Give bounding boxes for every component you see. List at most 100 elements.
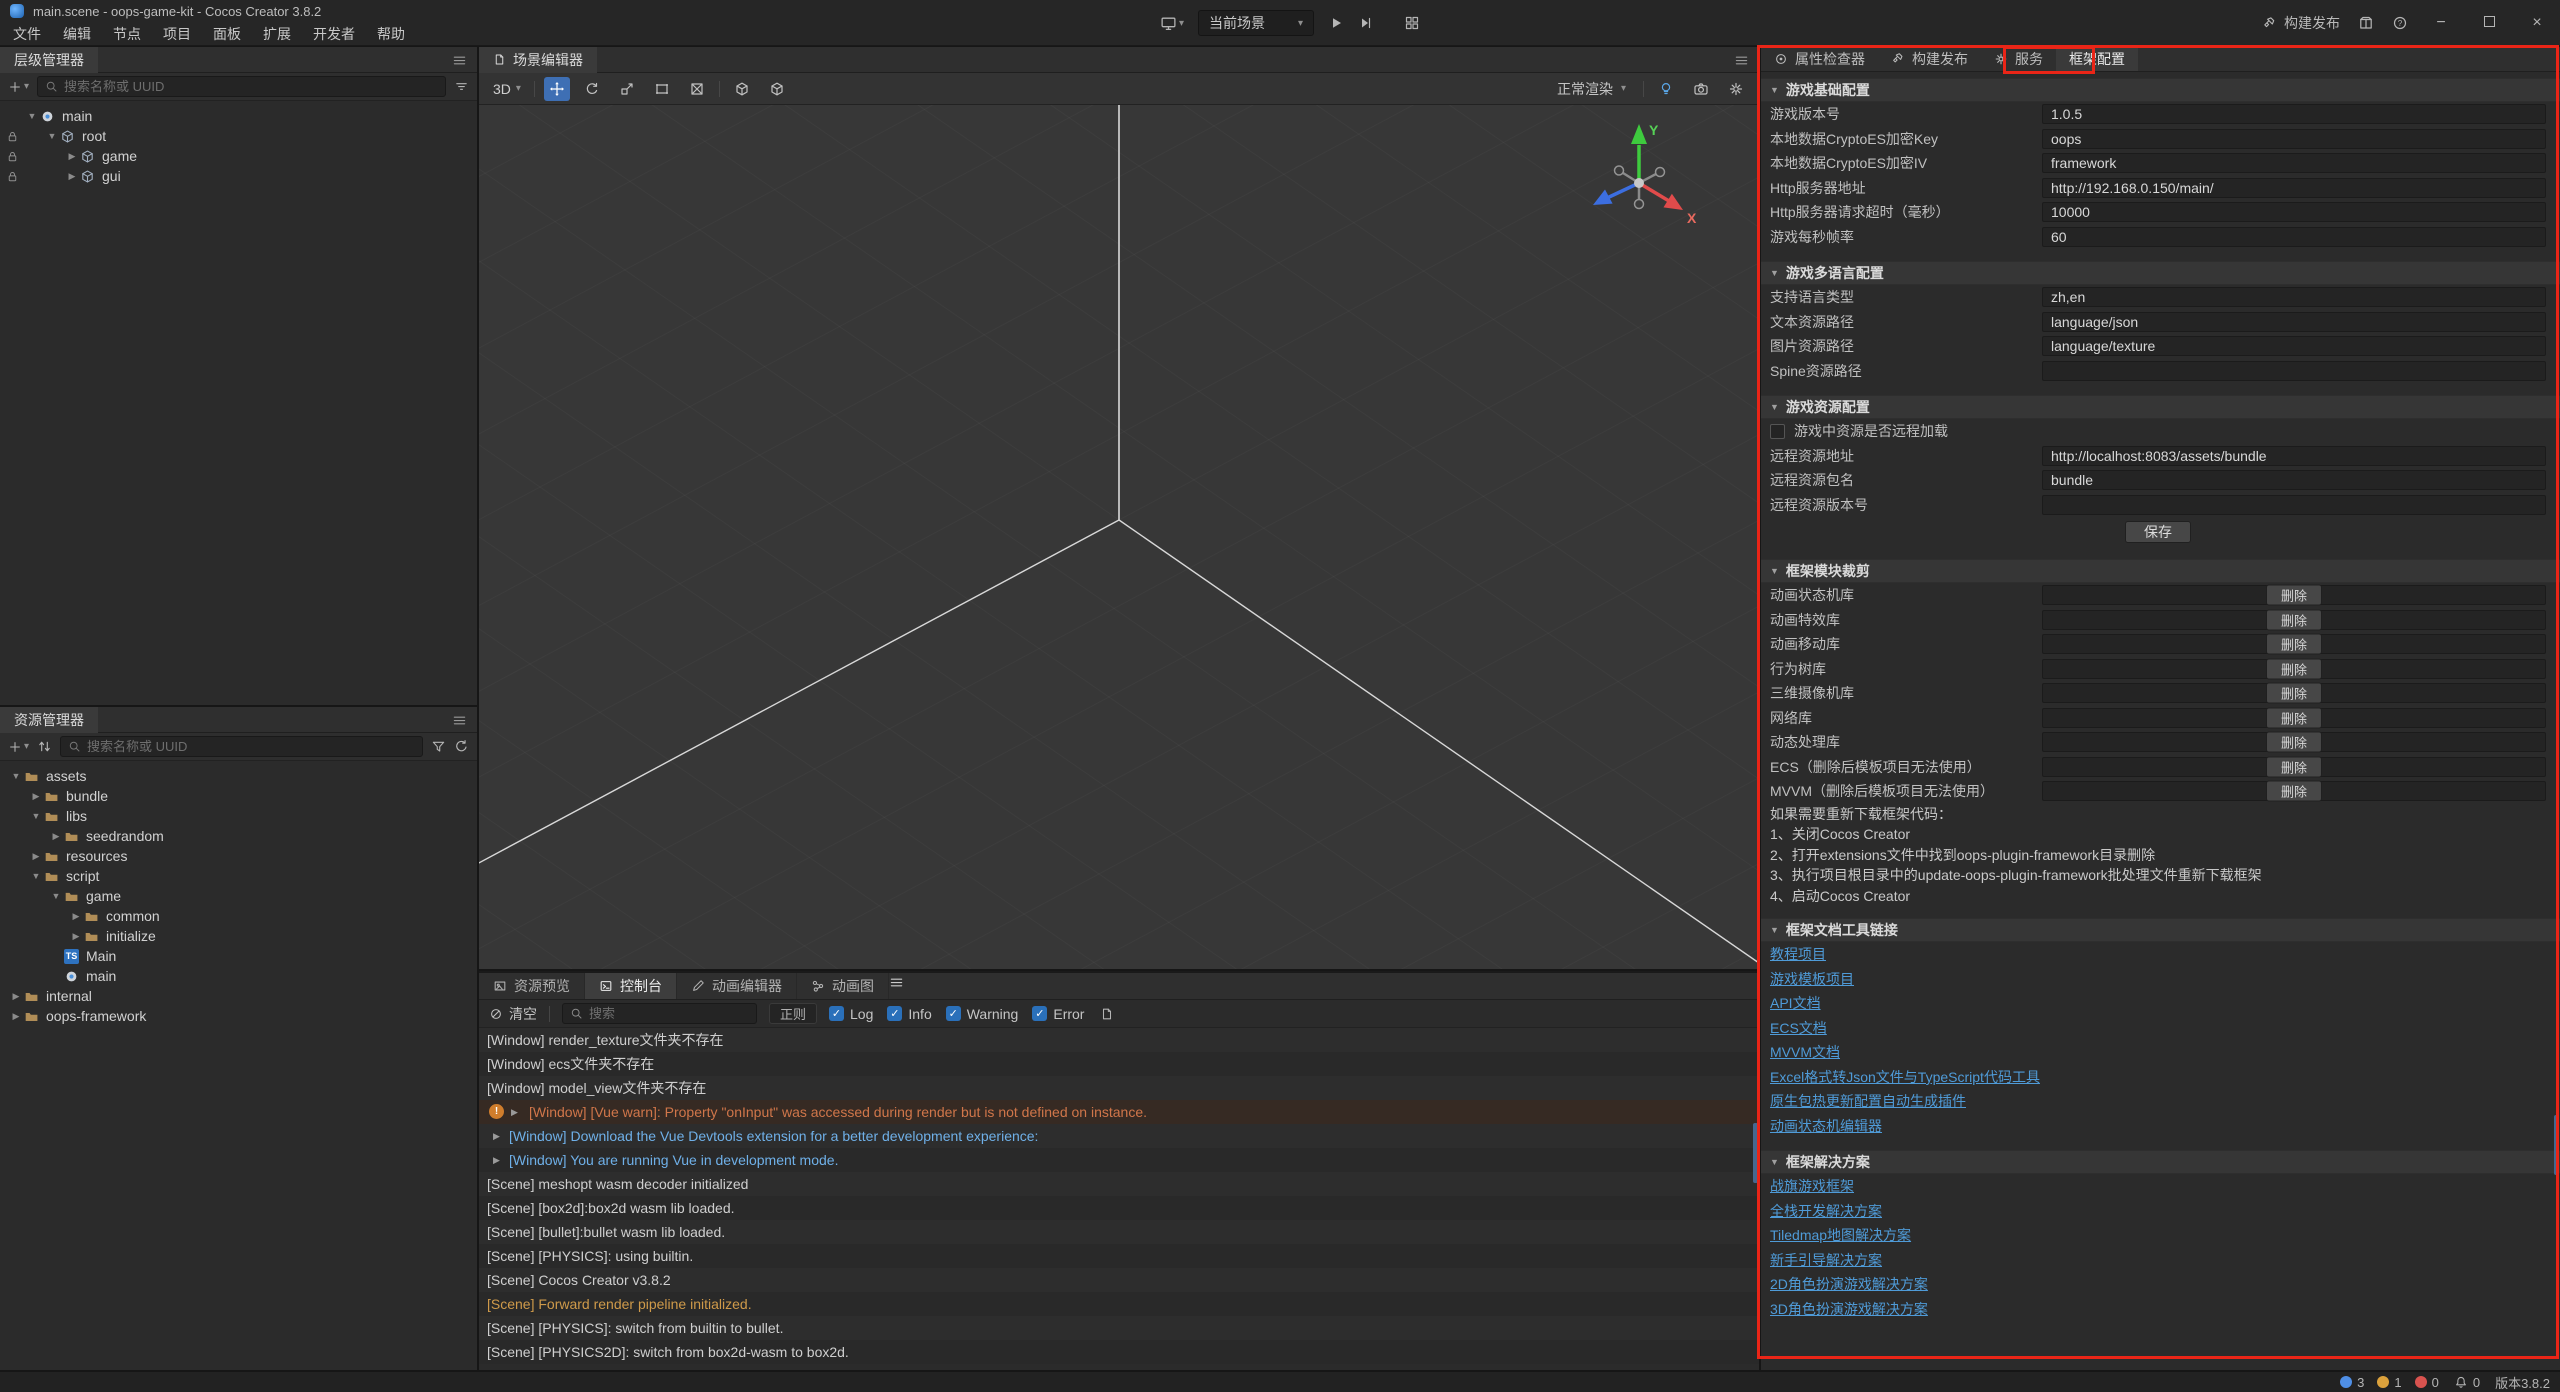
close-button[interactable]: × [2522,14,2552,32]
field-input[interactable]: oops [2042,129,2546,149]
assets-search-input[interactable] [87,739,415,754]
inspector-tab[interactable]: 服务 [1981,47,2056,71]
section-header[interactable]: ▼游戏多语言配置 [1761,261,2560,285]
log-row[interactable]: ▶[Window] Download the Vue Devtools exte… [479,1124,1759,1148]
menu-item[interactable]: 帮助 [366,24,416,44]
doc-link[interactable]: 战旗游戏框架 [1770,1176,1854,1196]
console-search-input[interactable] [589,1006,765,1021]
doc-link[interactable]: 原生包热更新配置自动生成插件 [1770,1091,1966,1111]
export-log-button[interactable] [1100,1007,1114,1021]
extension-icon[interactable] [2358,15,2374,31]
remote-load-checkbox[interactable] [1770,424,1785,439]
inspector-scrollbar[interactable] [2554,1115,2559,1175]
section-header[interactable]: ▼框架模块裁剪 [1761,559,2560,583]
delete-button[interactable]: 删除 [2266,634,2322,655]
doc-link[interactable]: Tiledmap地图解决方案 [1770,1225,1911,1245]
tree-node[interactable]: ▶initialize [0,926,477,946]
delete-button[interactable]: 删除 [2266,658,2322,679]
field-input[interactable]: http://localhost:8083/assets/bundle [2042,446,2546,466]
move-tool[interactable] [544,77,570,101]
filter-error[interactable]: ✓Error [1032,1006,1084,1022]
console-search[interactable] [562,1003,757,1024]
status-count[interactable]: 3 [2340,1375,2364,1390]
doc-link[interactable]: 游戏模板项目 [1770,969,1854,989]
expand-arrow[interactable]: ▶ [68,931,84,942]
expand-arrow[interactable]: ▼ [28,811,44,821]
build-publish-button[interactable]: 构建发布 [2262,13,2340,33]
tree-node[interactable]: ▼root [0,126,477,146]
log-row[interactable]: [Scene] [box2d]:box2d wasm lib loaded. [479,1196,1759,1220]
expand-arrow[interactable]: ▼ [8,771,24,781]
delete-button[interactable]: 删除 [2266,756,2322,777]
tree-node[interactable]: ▶gui [0,166,477,186]
menu-item[interactable]: 面板 [202,24,252,44]
field-input[interactable]: framework [2042,153,2546,173]
doc-link[interactable]: 动画状态机编辑器 [1770,1116,1882,1136]
console-tab[interactable]: 资源预览 [479,973,585,999]
expand-arrow[interactable]: ▼ [44,131,60,141]
expand-arrow[interactable]: ▼ [28,871,44,881]
expand-arrow[interactable]: ▼ [24,111,40,121]
log-row[interactable]: [Scene] [PHYSICS2D]: switch from box2d-w… [479,1340,1759,1364]
help-icon[interactable]: ? [2392,15,2408,31]
rotate-tool[interactable] [579,77,605,101]
filter-warning[interactable]: ✓Warning [946,1006,1019,1022]
tree-node[interactable]: ▶bundle [0,786,477,806]
doc-link[interactable]: ECS文档 [1770,1018,1827,1038]
expand-arrow[interactable]: ▼ [48,891,64,901]
filter-log[interactable]: ✓Log [829,1006,873,1022]
section-header[interactable]: ▼框架解决方案 [1761,1150,2560,1174]
menu-item[interactable]: 编辑 [52,24,102,44]
doc-link[interactable]: Excel格式转Json文件与TypeScript代码工具 [1770,1067,2040,1087]
regex-toggle[interactable]: 正则 [769,1003,817,1024]
tree-node[interactable]: ▶common [0,906,477,926]
tree-node[interactable]: ▶internal [0,986,477,1006]
camera-settings-button[interactable] [1688,77,1714,101]
platform-select[interactable]: ▾ [1160,15,1184,32]
field-input[interactable] [2042,361,2546,381]
expand-arrow[interactable]: ▶ [48,831,64,842]
log-row[interactable]: ▶[Window] You are running Vue in develop… [479,1148,1759,1172]
expand-arrow[interactable]: ▶ [493,1148,500,1172]
assets-search[interactable] [60,736,423,757]
delete-button[interactable]: 删除 [2266,707,2322,728]
scene-select-dropdown[interactable]: 当前场景▾ [1198,10,1314,36]
hierarchy-menu-icon[interactable] [452,51,467,68]
delete-button[interactable]: 删除 [2266,683,2322,704]
delete-button[interactable]: 删除 [2266,732,2322,753]
hierarchy-search-input[interactable] [64,79,438,94]
console-tab[interactable]: 控制台 [585,973,677,999]
tree-node[interactable]: ▼assets [0,766,477,786]
hierarchy-panel-tab[interactable]: 层级管理器 [0,47,98,73]
field-input[interactable]: 10000 [2042,202,2546,222]
filter-info[interactable]: ✓Info [887,1006,931,1022]
log-row[interactable]: [Window] model_view文件夹不存在 [479,1076,1759,1100]
render-mode-dropdown[interactable]: 正常渲染▾ [1549,79,1634,99]
expand-arrow[interactable]: ▶ [28,791,44,802]
field-input[interactable]: 60 [2042,227,2546,247]
console-menu-icon[interactable] [889,973,904,999]
delete-button[interactable]: 删除 [2266,585,2322,606]
assets-filter-button[interactable] [431,739,446,754]
tree-node[interactable]: ▶seedrandom [0,826,477,846]
assets-menu-icon[interactable] [452,711,467,728]
field-input[interactable]: language/json [2042,312,2546,332]
field-input[interactable]: zh,en [2042,287,2546,307]
section-header[interactable]: ▼游戏资源配置 [1761,395,2560,419]
expand-arrow[interactable]: ▶ [64,151,80,162]
save-button[interactable]: 保存 [2125,521,2191,543]
field-input[interactable]: http://192.168.0.150/main/ [2042,178,2546,198]
scene-panel-tab[interactable]: 场景编辑器 [479,47,597,73]
expand-arrow[interactable]: ▶ [493,1124,500,1148]
expand-arrow[interactable]: ▶ [511,1100,518,1124]
console-scrollbar[interactable] [1753,1123,1758,1183]
status-count[interactable]: 1 [2377,1375,2401,1390]
minimize-button[interactable]: − [2426,14,2456,32]
tree-node[interactable]: main [0,966,477,986]
rect-tool[interactable] [649,77,675,101]
lighting-toggle[interactable] [1653,77,1679,101]
sort-assets-button[interactable] [37,739,52,754]
clear-console-button[interactable]: 清空 [489,1004,537,1024]
orientation-gizmo[interactable]: Y X [1569,111,1709,251]
maximize-button[interactable] [2474,14,2504,32]
